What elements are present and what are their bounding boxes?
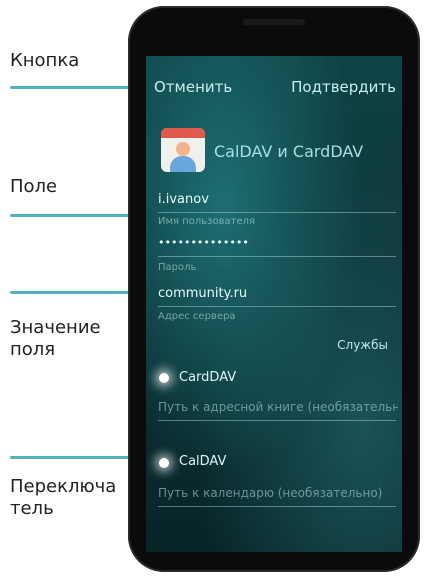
server-underline (158, 306, 396, 307)
caldav-path-input[interactable]: Путь к календарю (необязательно) (158, 486, 398, 500)
contacts-app-icon (161, 128, 205, 172)
caldav-switch[interactable] (159, 458, 169, 468)
server-address-field[interactable]: community.ru (158, 286, 247, 301)
server-label: Адрес сервера (158, 311, 236, 322)
page-title: CalDAV и CardDAV (214, 142, 364, 161)
annotation-field: Поле (10, 176, 58, 197)
username-label: Имя пользователя (158, 216, 256, 227)
carddav-label: CardDAV (179, 370, 237, 385)
annotation-field-value: Значение поля (10, 317, 101, 360)
cancel-button[interactable]: Отменить (154, 78, 232, 96)
caldav-path-underline (158, 506, 396, 507)
username-field[interactable]: i.ivanov (158, 192, 209, 207)
carddav-path-input[interactable]: Путь к адресной книге (необязательно) (158, 400, 398, 414)
password-label: Пароль (158, 262, 197, 273)
caldav-label: CalDAV (179, 454, 227, 469)
carddav-path-underline (158, 420, 396, 421)
speaker-grille (243, 19, 305, 25)
carddav-switch[interactable] (159, 373, 169, 383)
password-underline (158, 256, 396, 257)
services-section-label: Службы (337, 338, 388, 352)
confirm-button[interactable]: Подтвердить (291, 78, 396, 96)
annotation-switch: Переключатель (10, 476, 117, 519)
username-underline (158, 212, 396, 213)
password-field[interactable]: •••••••••••••• (158, 236, 249, 249)
phone-frame: Отменить Подтвердить CalDAV и CardDAV i.… (128, 6, 420, 572)
annotation-button: Кнопка (10, 50, 80, 71)
phone-screen: Отменить Подтвердить CalDAV и CardDAV i.… (146, 56, 402, 552)
